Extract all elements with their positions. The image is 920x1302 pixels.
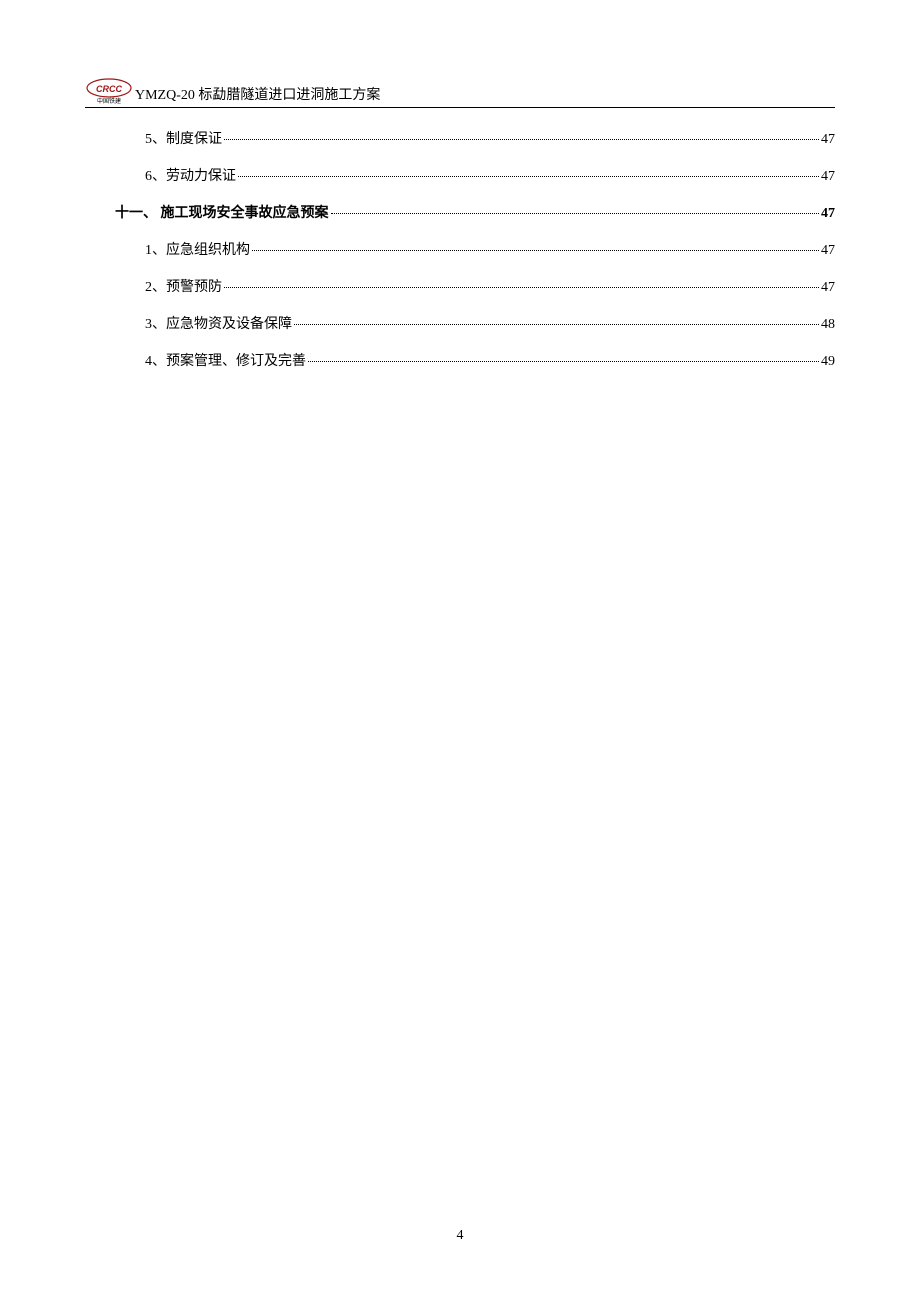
toc-page: 47 bbox=[821, 280, 835, 296]
toc-page: 49 bbox=[821, 354, 835, 370]
toc-section-item: 十一、 施工现场安全事故应急预案 47 bbox=[85, 202, 835, 222]
page-header: CRCC 中国铁建 YMZQ-20 标勐腊隧道进口进洞施工方案 bbox=[85, 75, 835, 108]
toc-leader bbox=[294, 324, 819, 325]
page-number: 4 bbox=[0, 1228, 920, 1244]
toc-label: 5、制度保证 bbox=[145, 128, 222, 148]
toc-leader bbox=[238, 176, 819, 177]
toc-page: 48 bbox=[821, 317, 835, 333]
toc-leader bbox=[252, 250, 819, 251]
toc-item: 1、应急组织机构 47 bbox=[85, 239, 835, 259]
toc-item: 2、预警预防 47 bbox=[85, 276, 835, 296]
toc-page: 47 bbox=[821, 132, 835, 148]
logo-icon: CRCC 中国铁建 bbox=[85, 75, 133, 105]
toc-leader bbox=[224, 139, 819, 140]
toc-leader bbox=[308, 361, 819, 362]
toc-label: 6、劳动力保证 bbox=[145, 165, 236, 185]
table-of-contents: 5、制度保证 47 6、劳动力保证 47 十一、 施工现场安全事故应急预案 47… bbox=[85, 128, 835, 370]
toc-page: 47 bbox=[821, 169, 835, 185]
toc-item: 6、劳动力保证 47 bbox=[85, 165, 835, 185]
toc-label: 十一、 施工现场安全事故应急预案 bbox=[115, 202, 329, 222]
toc-leader bbox=[224, 287, 819, 288]
toc-label: 3、应急物资及设备保障 bbox=[145, 313, 292, 333]
toc-leader bbox=[331, 213, 820, 214]
document-page: CRCC 中国铁建 YMZQ-20 标勐腊隧道进口进洞施工方案 5、制度保证 4… bbox=[0, 0, 920, 1302]
toc-label: 1、应急组织机构 bbox=[145, 239, 250, 259]
header-title: YMZQ-20 标勐腊隧道进口进洞施工方案 bbox=[135, 84, 380, 105]
toc-label: 2、预警预防 bbox=[145, 276, 222, 296]
toc-page: 47 bbox=[821, 243, 835, 259]
svg-text:中国铁建: 中国铁建 bbox=[97, 97, 121, 105]
toc-label: 4、预案管理、修订及完善 bbox=[145, 350, 306, 370]
toc-item: 4、预案管理、修订及完善 49 bbox=[85, 350, 835, 370]
crcc-logo: CRCC 中国铁建 bbox=[85, 75, 133, 105]
svg-text:CRCC: CRCC bbox=[96, 84, 122, 94]
toc-page: 47 bbox=[821, 206, 835, 222]
toc-item: 5、制度保证 47 bbox=[85, 128, 835, 148]
toc-item: 3、应急物资及设备保障 48 bbox=[85, 313, 835, 333]
